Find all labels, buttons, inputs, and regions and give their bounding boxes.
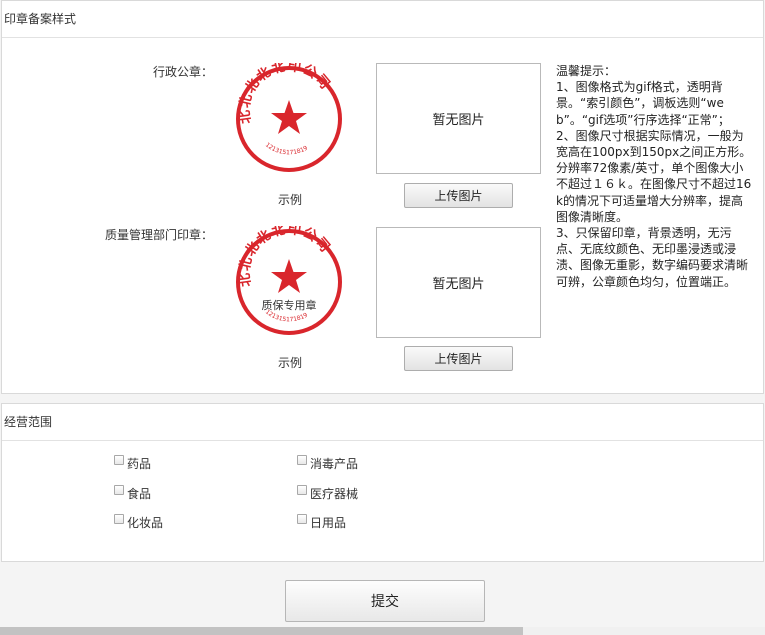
checkbox-icon[interactable] [297, 514, 307, 524]
scope-label-cosmetics: 化妆品 [127, 515, 164, 530]
checkbox-icon[interactable] [114, 514, 124, 524]
quality-seal-sample-image: 北北北北北印公司 质保专用章 121315171819 [236, 226, 342, 335]
admin-seal-sample-caption: 示例 [277, 193, 302, 207]
scope-checkbox-drugs[interactable]: 药品 [114, 455, 151, 471]
scope-label-medical-devices: 医疗器械 [310, 486, 359, 501]
scope-label-drugs: 药品 [127, 456, 152, 471]
admin-seal-sample-image: 北北北北北印公司 121315171819 [236, 63, 342, 172]
checkbox-icon[interactable] [297, 455, 307, 465]
scope-label-disinfection: 消毒产品 [310, 456, 359, 471]
admin-seal-upload-button[interactable]: 上传图片 [404, 183, 513, 208]
svg-text:121315171819: 121315171819 [264, 141, 309, 156]
tip-2: 2、图像尺寸根据实际情况，一般为宽高在100px到150px之间正方形。分辨率7… [556, 128, 752, 224]
scope-section-title: 经营范围 [2, 404, 763, 441]
checkbox-icon[interactable] [114, 485, 124, 495]
scope-label-food: 食品 [127, 486, 152, 501]
quality-seal-label: 质量管理部门印章： [104, 228, 213, 242]
tips-panel: 温馨提示： 1、图像格式为gif格式，透明背景。“索引颜色”，调板选则“web”… [556, 63, 752, 290]
admin-seal-preview: 暂无图片 [376, 63, 541, 174]
admin-seal-code: 121315171819 [264, 141, 309, 156]
scope-checkbox-medical-devices[interactable]: 医疗器械 [297, 485, 358, 501]
quality-seal-sample-caption: 示例 [277, 356, 302, 370]
tips-heading: 温馨提示： [556, 64, 617, 78]
quality-seal-preview: 暂无图片 [376, 227, 541, 338]
quality-seal-upload-button[interactable]: 上传图片 [404, 346, 513, 371]
seal-section-title: 印章备案样式 [2, 1, 763, 38]
business-scope-panel: 经营范围 [1, 403, 764, 562]
scope-checkbox-cosmetics[interactable]: 化妆品 [114, 514, 163, 530]
admin-seal-label: 行政公章： [152, 65, 213, 79]
scope-checkbox-food[interactable]: 食品 [114, 485, 151, 501]
tip-1: 1、图像格式为gif格式，透明背景。“索引颜色”，调板选则“web”。“gif选… [556, 80, 730, 127]
scope-checkbox-daily-goods[interactable]: 日用品 [297, 514, 346, 530]
scope-label-daily-goods: 日用品 [310, 515, 347, 530]
tip-3: 3、只保留印章，背景透明，无污点、无底纹颜色、无印墨浸透或浸渍、图像无重影，数字… [556, 226, 749, 289]
admin-seal-placeholder: 暂无图片 [432, 113, 485, 128]
scrollbar-thumb[interactable] [0, 627, 523, 635]
checkbox-icon[interactable] [297, 485, 307, 495]
submit-button[interactable]: 提交 [285, 580, 485, 622]
quality-seal-placeholder: 暂无图片 [432, 277, 485, 292]
horizontal-scrollbar[interactable] [0, 627, 765, 635]
scope-checkbox-disinfection[interactable]: 消毒产品 [297, 455, 358, 471]
checkbox-icon[interactable] [114, 455, 124, 465]
